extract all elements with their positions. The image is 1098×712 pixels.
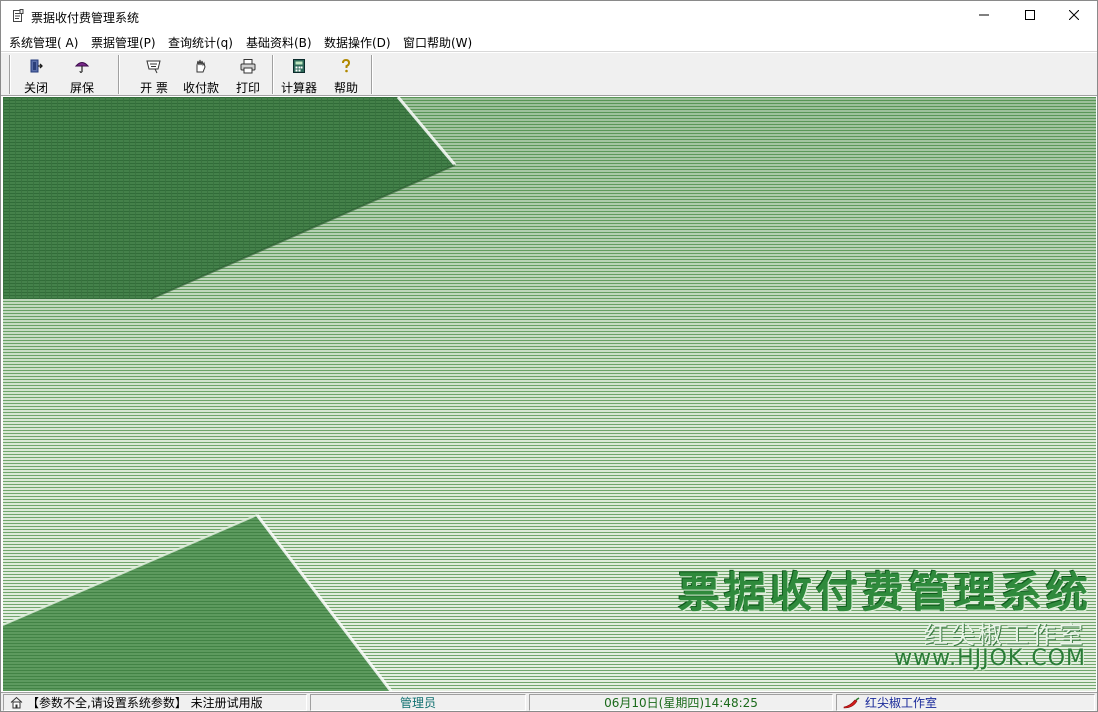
menu-query[interactable]: 查询统计(q)	[168, 34, 233, 51]
splash-title: 票据收付费管理系统	[677, 568, 1092, 617]
close-button[interactable]	[1051, 1, 1097, 31]
menu-bar: 系统管理( A) 票据管理(P) 查询统计(q) 基础资料(B) 数据操作(D)…	[1, 31, 1097, 52]
chili-pepper-icon	[841, 696, 861, 709]
splash-background: 票据收付费管理系统 红尖椒工作室 www.HJJOK.COM	[3, 97, 1096, 691]
menu-data-ops[interactable]: 数据操作(D)	[324, 34, 391, 51]
issue-invoice-button[interactable]: 开 票	[135, 55, 173, 95]
app-window: 票据收付费管理系统 系统管理( A) 票据管理(P) 查询统计(q) 基础资料(…	[0, 0, 1098, 712]
menu-window-help[interactable]: 窗口帮助(W)	[403, 34, 472, 51]
splash-studio: 红尖椒工作室	[924, 621, 1086, 649]
help-button[interactable]: 帮助	[327, 55, 365, 95]
calculator-button[interactable]: 计算器	[278, 55, 320, 95]
minimize-icon	[979, 9, 989, 23]
menu-basic-data[interactable]: 基础资料(B)	[246, 34, 312, 51]
menu-system[interactable]: 系统管理( A)	[9, 34, 78, 51]
status-bar: 【参数不全,请设置系统参数】 未注册试用版 管理员 06月10日(星期四)14:…	[1, 692, 1097, 711]
window-title: 票据收付费管理系统	[31, 11, 140, 25]
printer-icon	[239, 55, 257, 77]
invoice-icon	[145, 55, 163, 77]
close-tool-button[interactable]: 关闭	[17, 55, 55, 95]
toolbar-separator	[371, 55, 373, 94]
toolbar-grip	[9, 55, 11, 94]
status-datetime: 06月10日(星期四)14:48:25	[529, 694, 833, 711]
print-button[interactable]: 打印	[229, 55, 267, 95]
issue-invoice-label: 开 票	[140, 81, 168, 95]
status-notice-panel: 【参数不全,请设置系统参数】 未注册试用版	[3, 694, 307, 711]
maximize-button[interactable]	[1007, 1, 1053, 31]
status-user: 管理员	[310, 694, 526, 711]
close-icon	[1068, 9, 1080, 23]
screensaver-label: 屏保	[69, 81, 94, 95]
payment-label: 收付款	[182, 81, 219, 95]
status-studio: 红尖椒工作室	[865, 696, 938, 710]
toolbar-separator	[272, 55, 274, 94]
menu-bills[interactable]: 票据管理(P)	[91, 34, 156, 51]
title-bar[interactable]: 票据收付费管理系统	[1, 1, 1097, 31]
help-icon	[338, 55, 354, 77]
screensaver-button[interactable]: 屏保	[63, 55, 101, 95]
hand-money-icon	[193, 55, 209, 77]
document-icon	[12, 9, 24, 23]
minimize-button[interactable]	[961, 1, 1007, 31]
home-icon	[10, 696, 23, 709]
close-tool-label: 关闭	[23, 81, 48, 95]
exit-door-icon	[28, 55, 44, 77]
maximize-icon	[1025, 9, 1035, 23]
umbrella-icon	[74, 55, 90, 77]
calculator-icon	[292, 55, 306, 77]
status-studio-panel: 红尖椒工作室	[836, 694, 1095, 711]
toolbar-separator	[118, 55, 120, 94]
payment-button[interactable]: 收付款	[179, 55, 223, 95]
calculator-label: 计算器	[280, 81, 317, 95]
splash-url: www.HJJOK.COM	[894, 646, 1086, 671]
print-label: 打印	[235, 81, 260, 95]
toolbar: 关闭 屏保 开 票 收付款 打印 计算器 帮助	[1, 53, 1097, 96]
status-notice: 【参数不全,请设置系统参数】 未注册试用版	[27, 696, 263, 710]
help-label: 帮助	[333, 81, 358, 95]
